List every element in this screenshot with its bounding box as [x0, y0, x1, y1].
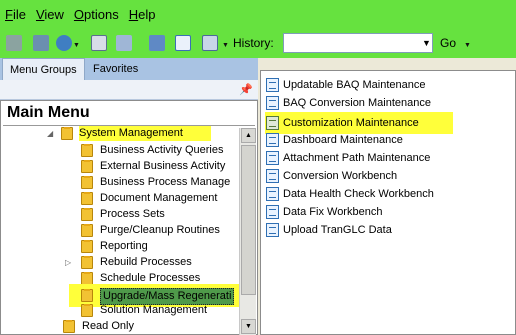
folder-icon	[81, 144, 93, 157]
tree-item[interactable]: ▷ Rebuild Processes	[65, 255, 239, 270]
tree-item[interactable]: Business Process Manage	[81, 175, 239, 190]
menu-options[interactable]: Options	[74, 7, 119, 22]
menu-help[interactable]: Help	[129, 7, 156, 22]
folder-icon	[63, 320, 75, 333]
folder-icon	[81, 289, 93, 302]
tree-item[interactable]: Process Sets	[81, 207, 239, 222]
list-item[interactable]: Dashboard Maintenance	[265, 131, 513, 149]
document-icon	[266, 223, 279, 237]
folder-icon	[81, 208, 93, 221]
list-item-label: Upload TranGLC Data	[283, 224, 392, 236]
collapse-icon[interactable]: ◢	[47, 126, 53, 141]
go-button[interactable]: Go	[440, 36, 456, 50]
tree-item-label: Business Activity Queries	[100, 144, 224, 156]
list-item-label: Customization Maintenance	[283, 117, 419, 129]
tree-item-label: Document Management	[100, 192, 218, 204]
tree-item[interactable]: Solution Management	[81, 303, 239, 318]
card-icon[interactable]	[91, 35, 107, 51]
tree-icon[interactable]	[6, 35, 22, 51]
list-item[interactable]: BAQ Conversion Maintenance	[265, 94, 513, 112]
folder-icon	[81, 176, 93, 189]
go-dropdown-icon[interactable]: ▼	[464, 42, 471, 49]
folder-icon	[81, 160, 93, 173]
tree-item-label: Read Only	[82, 320, 134, 332]
document-icon	[266, 116, 279, 130]
tree-item[interactable]: Document Management	[81, 191, 239, 206]
list-item-label: Dashboard Maintenance	[283, 134, 403, 146]
tree-item-label: Process Sets	[100, 208, 165, 220]
folder-icon	[81, 224, 93, 237]
expand-icon[interactable]: ▷	[65, 255, 71, 270]
tree-item-label: System Management	[79, 126, 211, 141]
list-item[interactable]: Data Fix Workbench	[265, 203, 513, 221]
list-item-label: Conversion Workbench	[283, 170, 398, 182]
list-item-label: Data Fix Workbench	[283, 206, 383, 218]
main-menu-tree: Main Menu ◢ System Management Business A…	[0, 100, 258, 335]
tree-item[interactable]: Read Only	[63, 319, 239, 334]
tree-item-label: Rebuild Processes	[100, 256, 192, 268]
tools-dropdown-icon[interactable]: ▼	[222, 42, 229, 49]
list-item[interactable]: Conversion Workbench	[265, 167, 513, 185]
tools-icon[interactable]	[202, 35, 218, 51]
list-item[interactable]: Data Health Check Workbench	[265, 185, 513, 203]
document-icon	[266, 169, 279, 183]
scroll-up-icon[interactable]: ▲	[241, 128, 256, 143]
pin-icon[interactable]: 📌	[239, 83, 253, 96]
folder-icon	[81, 192, 93, 205]
folder-icon	[61, 127, 73, 140]
vertical-scrollbar[interactable]: ▲ ▼	[239, 128, 256, 335]
tab-favorites[interactable]: Favorites	[86, 58, 145, 80]
list-item-label: Updatable BAQ Maintenance	[283, 79, 426, 91]
list-item[interactable]: Upload TranGLC Data	[265, 221, 513, 239]
network-icon[interactable]	[33, 35, 49, 51]
menu-bar: File View Options Help	[0, 0, 516, 28]
tree-item[interactable]: Business Activity Queries	[81, 143, 239, 158]
folder-icon	[81, 256, 93, 269]
document-icon	[266, 205, 279, 219]
list-item-label: Data Health Check Workbench	[283, 188, 434, 200]
scroll-down-icon[interactable]: ▼	[241, 319, 256, 334]
document-icon	[266, 96, 279, 110]
history-label: History:	[233, 36, 274, 50]
scroll-thumb[interactable]	[241, 145, 256, 295]
tree-item-label: Business Process Manage	[100, 176, 231, 188]
menu-file[interactable]: File	[5, 7, 26, 22]
list-item-label: BAQ Conversion Maintenance	[283, 97, 431, 109]
document-icon	[266, 151, 279, 165]
tab-menu-groups[interactable]: Menu Groups	[2, 58, 85, 80]
pin-bar: 📌	[0, 80, 258, 100]
document-icon	[266, 187, 279, 201]
tree-item-system-management[interactable]: ◢ System Management	[47, 126, 237, 141]
tree-item[interactable]: Reporting	[81, 239, 239, 254]
globe-dropdown-icon[interactable]: ▼	[73, 42, 80, 49]
tree-item-label: Purge/Cleanup Routines	[100, 224, 220, 236]
list-item[interactable]: Attachment Path Maintenance	[265, 149, 513, 167]
document-icon	[266, 133, 279, 147]
tree-item-label: External Business Activity	[100, 160, 226, 172]
tree-title: Main Menu	[7, 104, 90, 121]
document-icon[interactable]	[116, 35, 132, 51]
list-item-label: Attachment Path Maintenance	[283, 152, 431, 164]
tree-item[interactable]: External Business Activity	[81, 159, 239, 174]
history-input[interactable]	[283, 33, 433, 53]
program-list: Updatable BAQ Maintenance BAQ Conversion…	[260, 70, 516, 335]
list-item[interactable]: Updatable BAQ Maintenance	[265, 76, 513, 94]
globe-icon[interactable]	[56, 35, 72, 51]
search-document-icon[interactable]	[175, 35, 191, 51]
folder-icon	[81, 240, 93, 253]
tree-item-label: Solution Management	[100, 304, 208, 316]
folder-icon	[81, 304, 93, 317]
people-icon[interactable]	[149, 35, 165, 51]
document-icon	[266, 78, 279, 92]
tab-strip: Menu Groups Favorites	[0, 58, 258, 80]
toolbar: ▼ ▼ History: ▼ Go ▼	[0, 28, 516, 58]
tree-item-label: Reporting	[100, 240, 148, 252]
menu-view[interactable]: View	[36, 7, 64, 22]
tree-item[interactable]: Purge/Cleanup Routines	[81, 223, 239, 238]
chevron-down-icon[interactable]: ▼	[420, 34, 433, 52]
